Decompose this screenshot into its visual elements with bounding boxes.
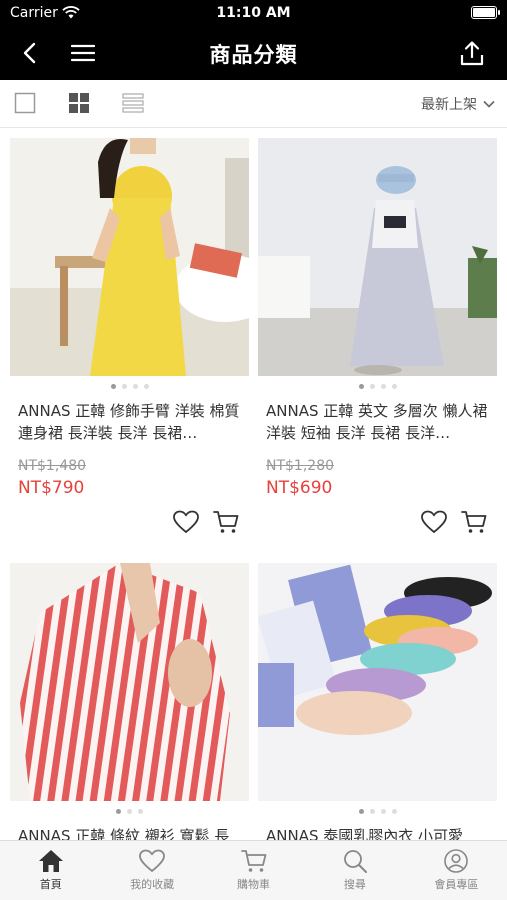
product-name[interactable]: ANNAS 泰國乳膠內衣 小可愛 <box>266 825 489 840</box>
carousel-dot[interactable] <box>110 384 116 389</box>
cart-icon <box>461 511 487 533</box>
tab-cart[interactable]: 購物車 <box>203 841 304 900</box>
carousel-dot[interactable] <box>380 384 386 389</box>
product-card[interactable]: ANNAS 泰國乳膠內衣 小可愛 <box>258 563 497 840</box>
product-card[interactable]: ANNAS 正韓 條紋 襯衫 寬鬆 長 <box>10 563 249 840</box>
share-icon <box>460 41 484 66</box>
heart-icon <box>173 510 199 533</box>
product-actions <box>10 510 249 550</box>
carousel-dots <box>258 809 497 815</box>
carousel-dot[interactable] <box>138 809 143 814</box>
carousel-dot[interactable] <box>380 809 386 814</box>
product-name[interactable]: ANNAS 正韓 修飾手臂 洋裝 棉質 連身裙 長洋裝 長洋 長裙… <box>18 400 241 444</box>
square-icon <box>14 92 36 114</box>
favorite-button[interactable] <box>173 510 199 538</box>
sale-price: NT$790 <box>18 478 85 498</box>
tab-label: 我的收藏 <box>130 878 175 891</box>
carousel-dots <box>10 384 249 390</box>
chevron-down-icon <box>483 100 495 108</box>
carousel-dot[interactable] <box>391 809 397 814</box>
share-button[interactable] <box>455 36 489 70</box>
home-icon <box>38 850 63 872</box>
product-image[interactable] <box>258 563 497 801</box>
carousel-dots <box>10 809 249 815</box>
tab-member[interactable]: 會員專區 <box>406 841 507 900</box>
add-to-cart-button[interactable] <box>461 510 487 538</box>
bottom-tab-bar: 首頁 我的收藏 購物車 搜尋 會員專區 <box>0 840 507 900</box>
carousel-dot[interactable] <box>358 809 364 814</box>
cart-icon <box>213 511 239 533</box>
cart-icon <box>240 850 266 872</box>
single-view-button[interactable] <box>14 92 38 116</box>
view-toolbar: 最新上架 <box>0 80 507 128</box>
carousel-dot[interactable] <box>143 384 149 389</box>
tab-search[interactable]: 搜尋 <box>304 841 405 900</box>
product-card[interactable]: ANNAS 正韓 修飾手臂 洋裝 棉質 連身裙 長洋裝 長洋 長裙… NT$1,… <box>10 138 249 550</box>
sale-price: NT$690 <box>266 478 333 498</box>
add-to-cart-button[interactable] <box>213 510 239 538</box>
status-bar: Carrier 11:10 AM <box>0 0 507 26</box>
grid-view-button[interactable] <box>68 92 92 116</box>
carousel-dot[interactable] <box>116 809 121 814</box>
carousel-dot[interactable] <box>127 809 132 814</box>
product-image[interactable] <box>258 138 497 376</box>
tab-favorites[interactable]: 我的收藏 <box>101 841 202 900</box>
tab-label: 搜尋 <box>343 878 366 891</box>
tab-home[interactable]: 首頁 <box>0 841 101 900</box>
product-name[interactable]: ANNAS 正韓 英文 多層次 懶人裙 洋裝 短袖 長洋 長裙 長洋… <box>266 400 489 444</box>
carousel-dot[interactable] <box>391 384 397 389</box>
battery-icon <box>471 6 500 19</box>
original-price: NT$1,280 <box>266 458 335 474</box>
sort-dropdown[interactable]: 最新上架 <box>421 94 495 114</box>
carousel-dot[interactable] <box>369 809 375 814</box>
heart-icon <box>421 510 447 533</box>
tab-label: 購物車 <box>237 878 271 891</box>
original-price: NT$1,480 <box>18 458 87 474</box>
list-icon <box>122 93 144 113</box>
page-title: 商品分類 <box>209 43 298 67</box>
heart-icon <box>139 849 166 872</box>
product-card[interactable]: ANNAS 正韓 英文 多層次 懶人裙 洋裝 短袖 長洋 長裙 長洋… NT$1… <box>258 138 497 550</box>
carousel-dot[interactable] <box>369 384 375 389</box>
favorite-button[interactable] <box>421 510 447 538</box>
clock: 11:10 AM <box>216 5 291 21</box>
search-icon <box>344 850 367 873</box>
product-actions <box>258 510 497 550</box>
sort-label: 最新上架 <box>421 97 477 113</box>
product-grid: ANNAS 正韓 修飾手臂 洋裝 棉質 連身裙 長洋裝 長洋 長裙… NT$1,… <box>0 128 507 840</box>
product-name[interactable]: ANNAS 正韓 條紋 襯衫 寬鬆 長 <box>18 825 241 840</box>
tab-label: 首頁 <box>39 878 62 891</box>
list-view-button[interactable] <box>122 92 146 116</box>
tab-label: 會員專區 <box>434 878 479 891</box>
product-image[interactable] <box>10 138 249 376</box>
carousel-dots <box>258 384 497 390</box>
grid-icon <box>69 93 89 113</box>
carousel-dot[interactable] <box>132 384 138 389</box>
carousel-dot[interactable] <box>358 384 364 389</box>
navigation-bar: 商品分類 <box>0 26 507 80</box>
product-image[interactable] <box>10 563 249 801</box>
user-icon <box>444 849 469 873</box>
carousel-dot[interactable] <box>121 384 127 389</box>
